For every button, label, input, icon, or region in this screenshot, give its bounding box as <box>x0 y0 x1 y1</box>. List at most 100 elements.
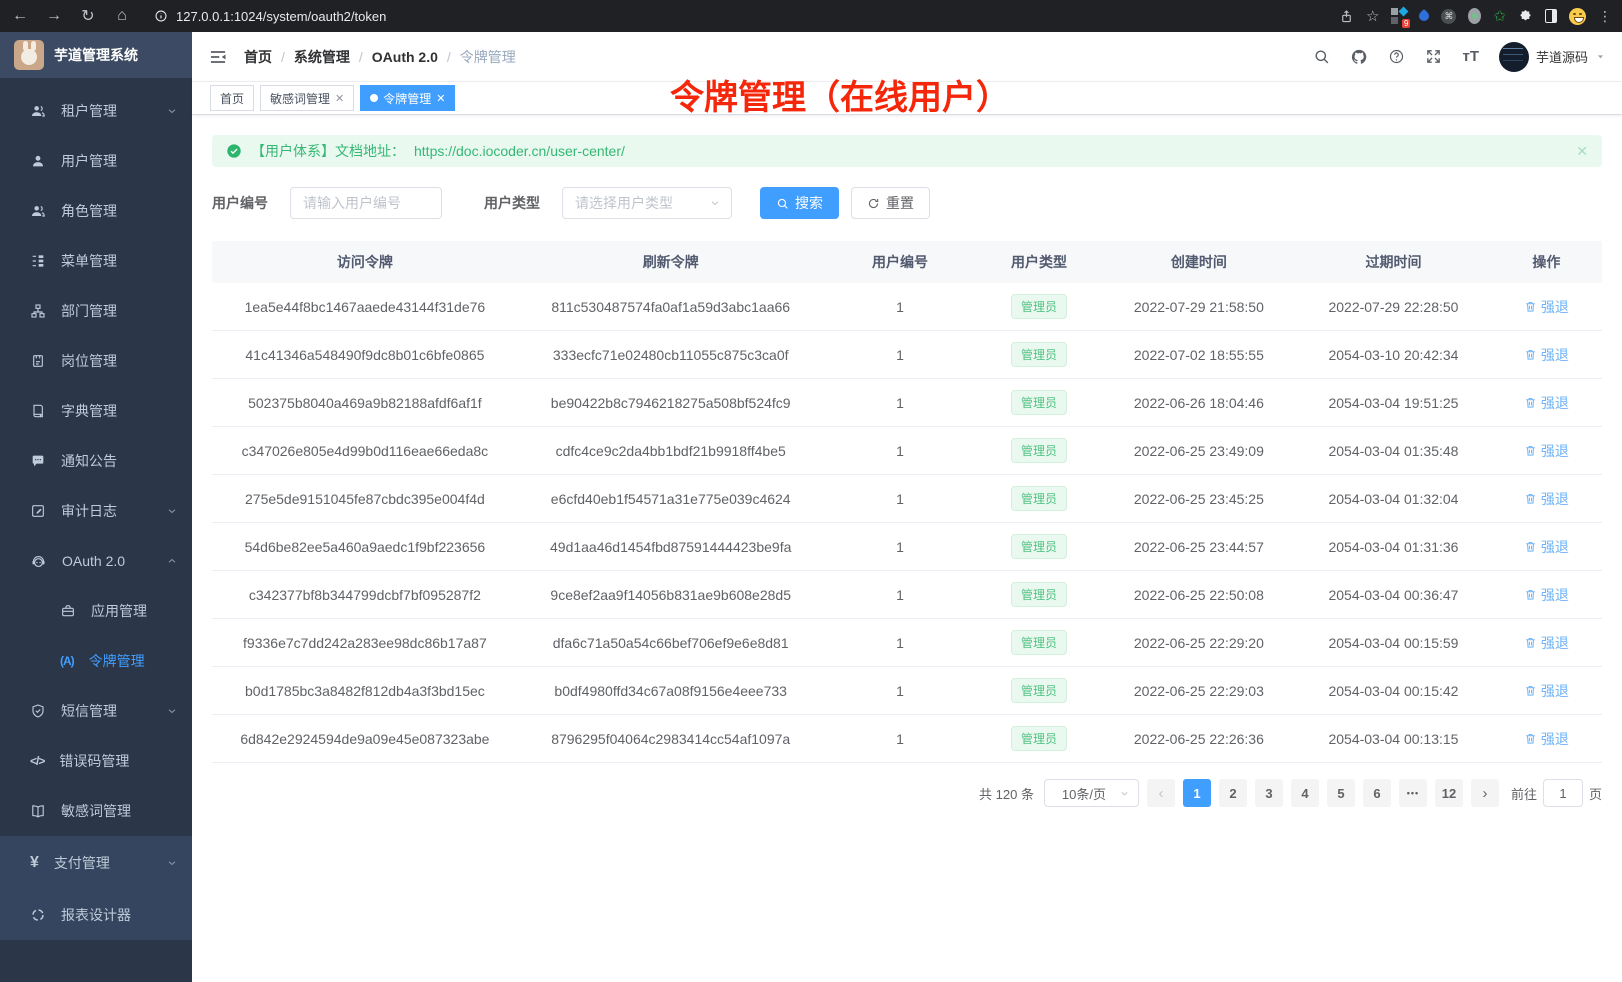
sidebar-item-label: 通知公告 <box>61 451 178 471</box>
force-logout-button[interactable]: 强退 <box>1524 489 1569 509</box>
extension-circle-icon[interactable]: ⌘ <box>1441 9 1456 24</box>
sidebar-item-post[interactable]: 岗位管理 <box>0 336 192 386</box>
side-panel-icon[interactable] <box>1545 9 1557 23</box>
font-size-icon[interactable]: тT <box>1462 48 1479 65</box>
browser-chrome: ← → ↻ ⌂ 127.0.0.1:1024/system/oauth2/tok… <box>0 0 1622 32</box>
tag-label: 令牌管理 <box>383 90 431 107</box>
search-icon[interactable] <box>1313 48 1330 65</box>
trash-icon <box>1524 348 1537 361</box>
page-button-5[interactable]: 5 <box>1327 779 1355 807</box>
force-logout-button[interactable]: 强退 <box>1524 633 1569 653</box>
address-bar[interactable]: 127.0.0.1:1024/system/oauth2/token <box>146 9 1325 24</box>
sidebar-item-pay[interactable]: ¥ 支付管理 <box>0 836 192 890</box>
chevron-down-icon <box>1119 788 1130 799</box>
extension-star-icon[interactable]: ✩ <box>1493 7 1506 25</box>
user-menu[interactable]: 芋道源码 <box>1499 42 1606 72</box>
user-id-input[interactable] <box>290 187 442 219</box>
page-button-12[interactable]: 12 <box>1435 779 1463 807</box>
force-logout-button[interactable]: 强退 <box>1524 393 1569 413</box>
prev-page-button[interactable]: ‹ <box>1147 779 1175 807</box>
page-button-2[interactable]: 2 <box>1219 779 1247 807</box>
table-row: c342377bf8b344799dcbf7bf095287f2 9ce8ef2… <box>212 571 1602 619</box>
doc-alert: 【用户体系】文档地址： https://doc.iocoder.cn/user-… <box>212 135 1602 167</box>
sidebar-item-notice[interactable]: 通知公告 <box>0 436 192 486</box>
sidebar-item-user[interactable]: 用户管理 <box>0 136 192 186</box>
force-logout-button[interactable]: 强退 <box>1524 729 1569 749</box>
profile-avatar-icon[interactable] <box>1569 8 1586 25</box>
extension-drop-icon[interactable] <box>1417 9 1431 23</box>
table-header: 访问令牌 刷新令牌 用户编号 用户类型 创建时间 过期时间 操作 <box>212 241 1602 283</box>
share-icon[interactable] <box>1339 9 1354 24</box>
bookmark-star-icon[interactable]: ☆ <box>1366 7 1379 25</box>
extension-oval-icon[interactable] <box>1468 8 1481 24</box>
expires-cell: 2054-03-04 00:13:15 <box>1296 731 1491 747</box>
sidebar-item-oauth[interactable]: OAuth 2.0 <box>0 536 192 586</box>
extensions-puzzle-icon[interactable] <box>1518 9 1533 24</box>
sidebar-item-label: 令牌管理 <box>89 651 178 671</box>
tag-home[interactable]: 首页 <box>210 85 254 111</box>
browser-home-button[interactable]: ⌂ <box>112 7 132 25</box>
app-logo[interactable]: 芋道管理系统 <box>0 32 192 78</box>
page-button-6[interactable]: 6 <box>1363 779 1391 807</box>
help-icon[interactable] <box>1388 48 1405 65</box>
fullscreen-icon[interactable] <box>1425 48 1442 65</box>
search-button[interactable]: 搜索 <box>760 187 839 219</box>
sidebar-item-oauth-token[interactable]: (A) 令牌管理 <box>0 636 192 686</box>
user-id-cell: 1 <box>824 539 977 555</box>
sidebar-item-dept[interactable]: 部门管理 <box>0 286 192 336</box>
breadcrumb-oauth[interactable]: OAuth 2.0 <box>372 49 438 65</box>
browser-reload-button[interactable]: ↻ <box>78 6 98 26</box>
force-logout-button[interactable]: 强退 <box>1524 681 1569 701</box>
sidebar-item-dict[interactable]: 字典管理 <box>0 386 192 436</box>
sidebar-item-report-designer[interactable]: 报表设计器 <box>0 890 192 940</box>
close-icon[interactable]: ✕ <box>335 92 344 105</box>
github-icon[interactable] <box>1350 48 1368 66</box>
sidebar-item-menu[interactable]: 菜单管理 <box>0 236 192 286</box>
user-type-label: 用户类型 <box>484 193 540 213</box>
sidebar-item-role[interactable]: 角色管理 <box>0 186 192 236</box>
breadcrumb-home[interactable]: 首页 <box>244 47 272 67</box>
browser-forward-button[interactable]: → <box>44 7 64 25</box>
page-size-value: 10条/页 <box>1053 784 1115 803</box>
yen-icon: ¥ <box>30 854 39 872</box>
page-button-1[interactable]: 1 <box>1183 779 1211 807</box>
sidebar-item-tenant[interactable]: 租户管理 <box>0 86 192 136</box>
sidebar-item-sensitive-word[interactable]: 敏感词管理 <box>0 786 192 836</box>
info-icon[interactable] <box>154 9 168 23</box>
extension-grid-icon[interactable]: 9 <box>1391 8 1407 24</box>
chevron-down-icon <box>709 197 721 209</box>
browser-back-button[interactable]: ← <box>10 7 30 25</box>
page-button-3[interactable]: 3 <box>1255 779 1283 807</box>
chevron-down-icon <box>166 705 178 717</box>
force-logout-button[interactable]: 强退 <box>1524 537 1569 557</box>
sidebar-item-errcode[interactable]: </> 错误码管理 <box>0 736 192 786</box>
user-id-cell: 1 <box>824 683 977 699</box>
refresh-token-cell: 333ecfc71e02480cb11055c875c3ca0f <box>518 347 824 363</box>
more-pages-button[interactable]: ••• <box>1399 779 1427 807</box>
chevron-down-icon <box>166 105 178 117</box>
sidebar-item-oauth-app[interactable]: 应用管理 <box>0 586 192 636</box>
hamburger-icon[interactable] <box>208 47 228 67</box>
tag-sensitive-word[interactable]: 敏感词管理 ✕ <box>260 85 354 111</box>
access-token-cell: 502375b8040a469a9b82188afdf6af1f <box>212 395 518 411</box>
reset-button[interactable]: 重置 <box>851 187 930 219</box>
tag-token-active[interactable]: 令牌管理 ✕ <box>360 85 455 111</box>
close-icon[interactable]: ✕ <box>436 92 445 105</box>
sidebar-item-sms[interactable]: 短信管理 <box>0 686 192 736</box>
alert-doc-link[interactable]: https://doc.iocoder.cn/user-center/ <box>414 143 625 159</box>
page-button-4[interactable]: 4 <box>1291 779 1319 807</box>
user-type-select[interactable]: 请选择用户类型 <box>562 187 732 219</box>
alert-close-icon[interactable]: ✕ <box>1576 143 1588 160</box>
sidebar-item-audit-log[interactable]: 审计日志 <box>0 486 192 536</box>
force-logout-button[interactable]: 强退 <box>1524 441 1569 461</box>
force-logout-button[interactable]: 强退 <box>1524 297 1569 317</box>
force-logout-button[interactable]: 强退 <box>1524 345 1569 365</box>
browser-menu-icon[interactable]: ⋮ <box>1598 8 1612 25</box>
breadcrumb-system[interactable]: 系统管理 <box>294 47 350 67</box>
force-logout-button[interactable]: 强退 <box>1524 585 1569 605</box>
sidebar-item-label: 菜单管理 <box>61 251 178 271</box>
goto-page-input[interactable] <box>1543 779 1583 807</box>
token-icon: (A) <box>60 654 74 668</box>
page-size-select[interactable]: 10条/页 <box>1044 779 1139 807</box>
next-page-button[interactable]: › <box>1471 779 1499 807</box>
